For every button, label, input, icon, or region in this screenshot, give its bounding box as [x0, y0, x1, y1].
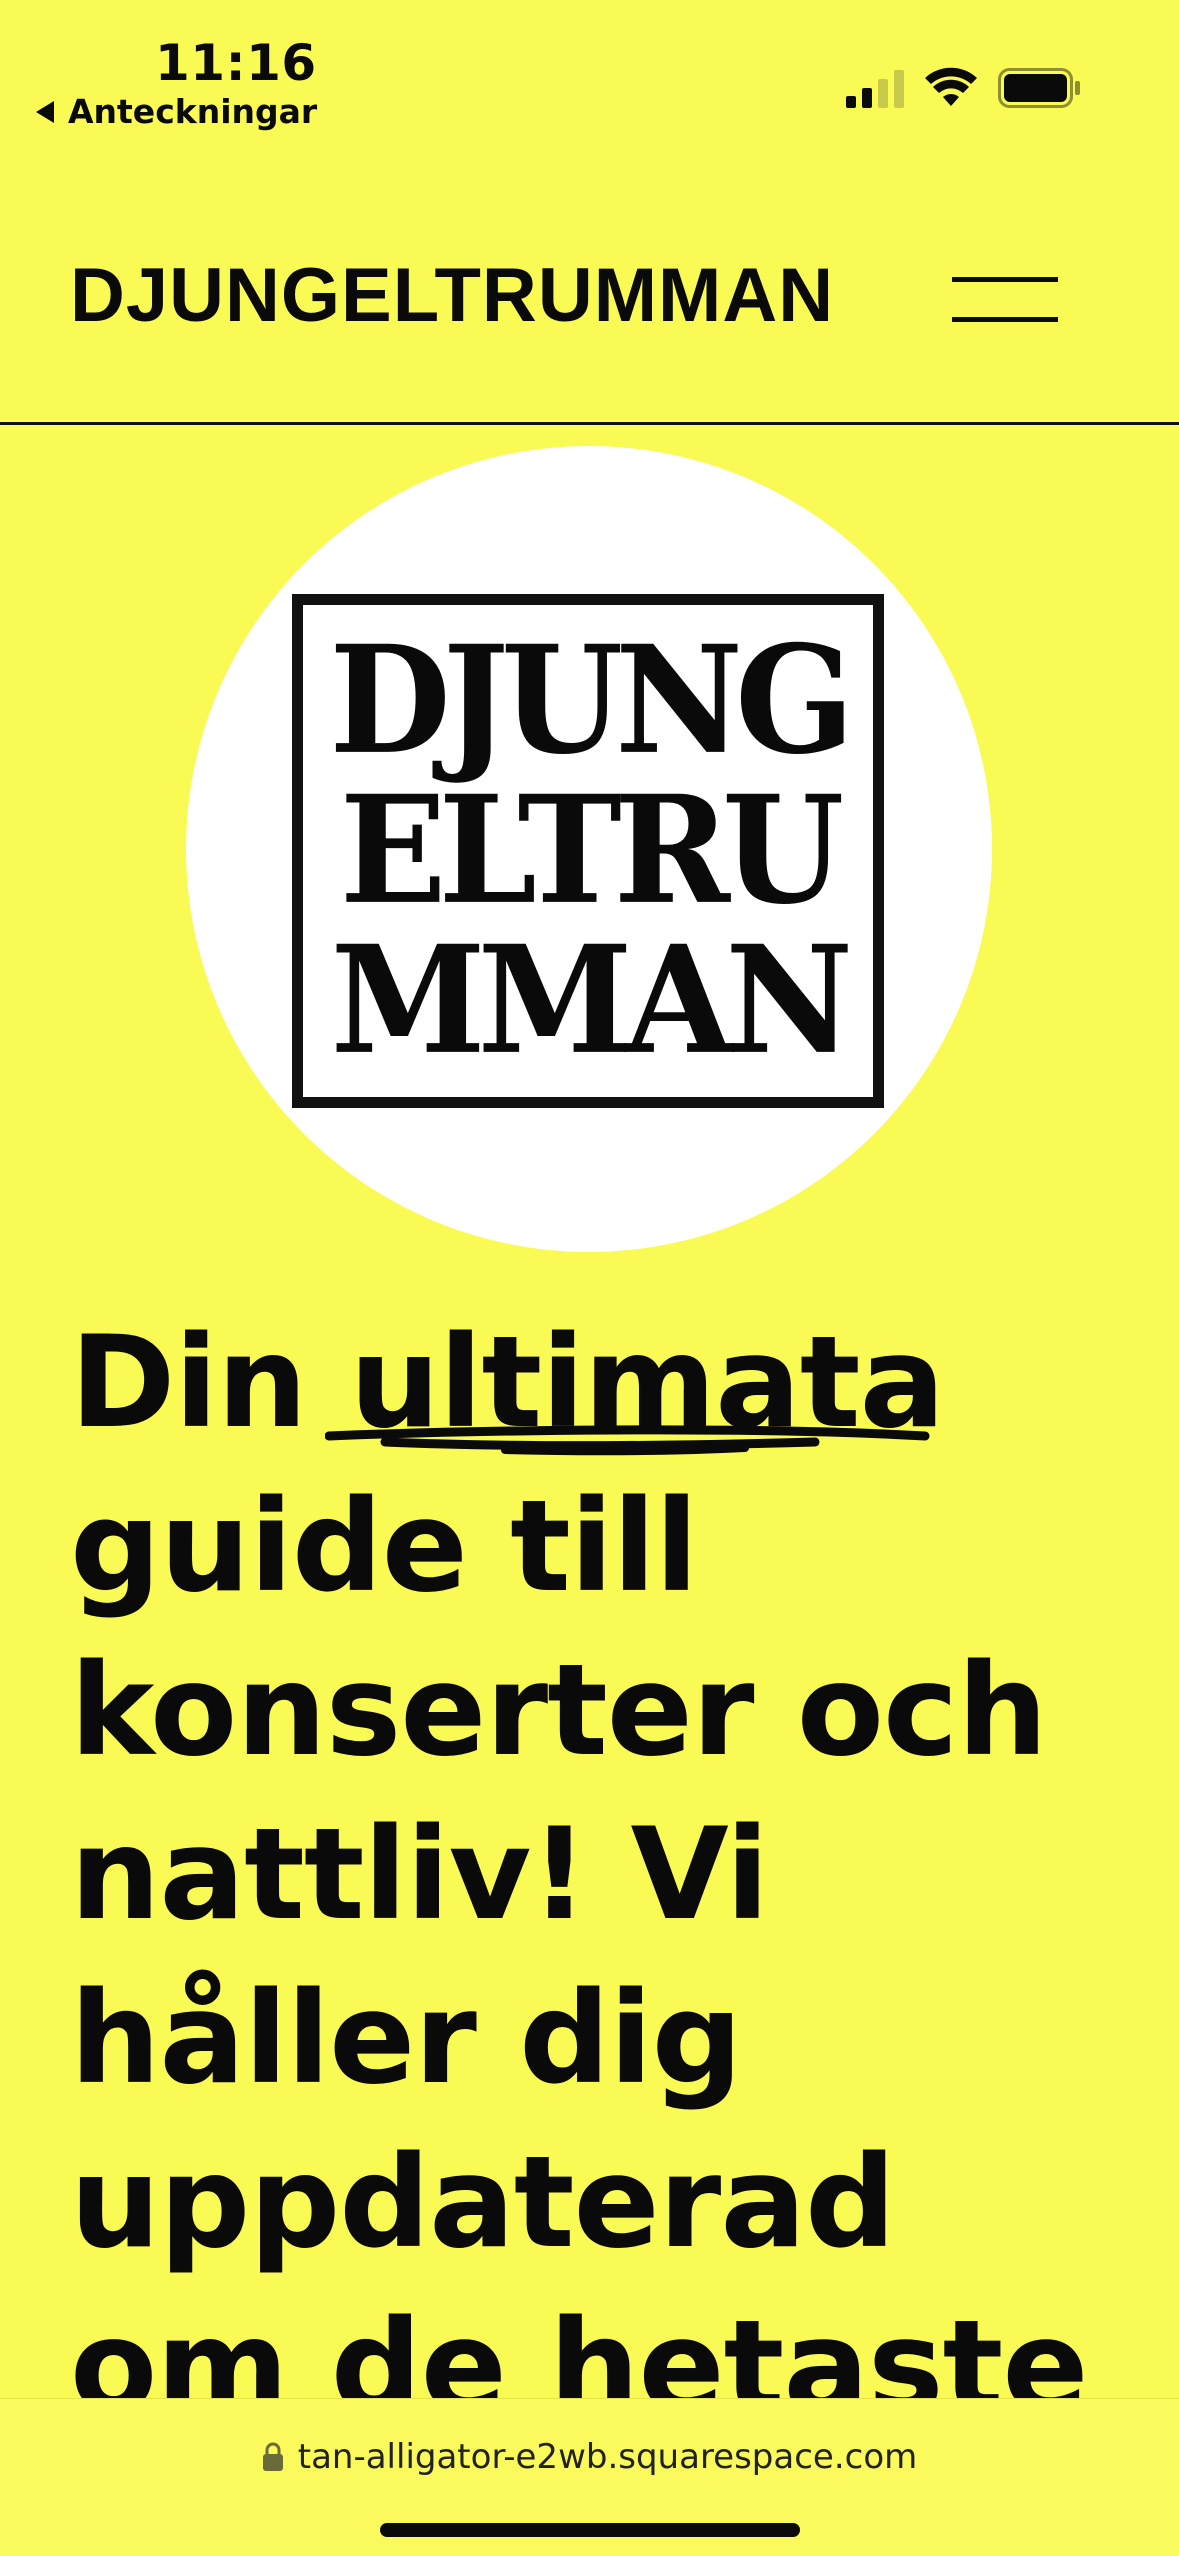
cellular-signal-icon [846, 70, 904, 108]
site-title[interactable]: DJUNGELTRUMMAN [70, 252, 834, 339]
hero-text-start: Din [70, 1308, 350, 1456]
status-time: 11:16 [155, 34, 317, 92]
menu-line-icon [952, 317, 1058, 322]
back-to-app-link[interactable]: Anteckningar [36, 92, 317, 131]
battery-icon [998, 68, 1080, 108]
status-bar: 11:16 Anteckningar [0, 0, 1179, 150]
lock-icon [262, 2442, 283, 2471]
hamburger-menu-button[interactable] [952, 277, 1058, 322]
logo-circle: DJUNG ELTRU MMAN [186, 446, 992, 1252]
hero-headline: Din ultimata guide till konserter och na… [70, 1300, 1130, 2448]
logo-line-3: MMAN [330, 914, 854, 1088]
wifi-icon [925, 67, 977, 106]
hero-highlight-text: ultimata [349, 1308, 946, 1456]
logo-line-2: ELTRU [339, 764, 844, 938]
back-link-label: Anteckningar [68, 92, 318, 131]
back-arrow-icon [36, 100, 54, 123]
site-logo: DJUNG ELTRU MMAN [292, 594, 884, 1108]
menu-line-icon [952, 277, 1058, 282]
logo-line-1: DJUNG [329, 614, 854, 788]
url-text[interactable]: tan-alligator-e2wb.squarespace.com [298, 2437, 918, 2477]
hero-text-rest: guide till konserter och nattliv! Vi hål… [70, 1472, 1088, 2440]
hero-highlight-word: ultimata [324, 1300, 946, 1464]
site-header: DJUNGELTRUMMAN [0, 150, 1179, 425]
home-indicator[interactable] [380, 2523, 800, 2537]
